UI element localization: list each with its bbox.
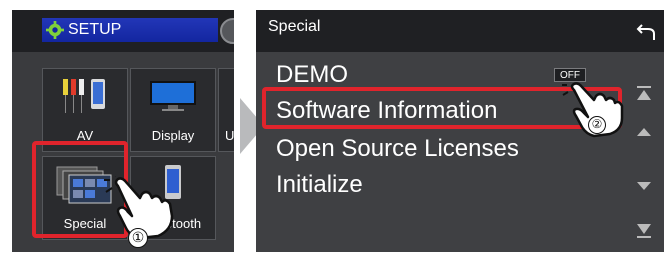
partial-tile-label: U bbox=[225, 128, 234, 143]
menu-item-label: Initialize bbox=[276, 171, 363, 198]
setup-title-bar: SETUP bbox=[42, 18, 218, 42]
gear-icon bbox=[46, 21, 64, 39]
scroll-controls bbox=[626, 52, 664, 252]
monitor-icon bbox=[150, 81, 196, 111]
scroll-up-icon[interactable] bbox=[634, 122, 654, 142]
scroll-bottom-icon[interactable] bbox=[634, 220, 654, 240]
menu-item-label: DEMO bbox=[276, 61, 348, 88]
display-tile[interactable]: Display bbox=[130, 68, 216, 152]
special-title: Special bbox=[268, 18, 321, 35]
special-header: Special bbox=[256, 10, 664, 52]
menu-item-label: Open Source Licenses bbox=[276, 135, 519, 162]
back-icon[interactable] bbox=[636, 22, 656, 40]
step-1-text: ① bbox=[131, 229, 145, 245]
scroll-top-icon[interactable] bbox=[634, 84, 654, 104]
display-tile-label: Display bbox=[151, 128, 195, 143]
step-2-marker: ② bbox=[588, 116, 606, 134]
menu-item-open-source-licenses[interactable]: Open Source Licenses bbox=[276, 134, 616, 164]
av-cables-icon bbox=[63, 79, 105, 113]
scroll-down-icon[interactable] bbox=[634, 176, 654, 196]
setup-title: SETUP bbox=[68, 21, 122, 38]
av-tile[interactable]: AV bbox=[42, 68, 128, 152]
setup-header: SETUP bbox=[12, 10, 234, 52]
step-1-marker: ① bbox=[128, 228, 148, 248]
menu-item-initialize[interactable]: Initialize bbox=[276, 170, 616, 200]
partial-tile[interactable]: U bbox=[218, 68, 234, 152]
demo-off-toggle[interactable]: OFF bbox=[554, 68, 586, 82]
step-2-text: ② bbox=[591, 117, 603, 131]
